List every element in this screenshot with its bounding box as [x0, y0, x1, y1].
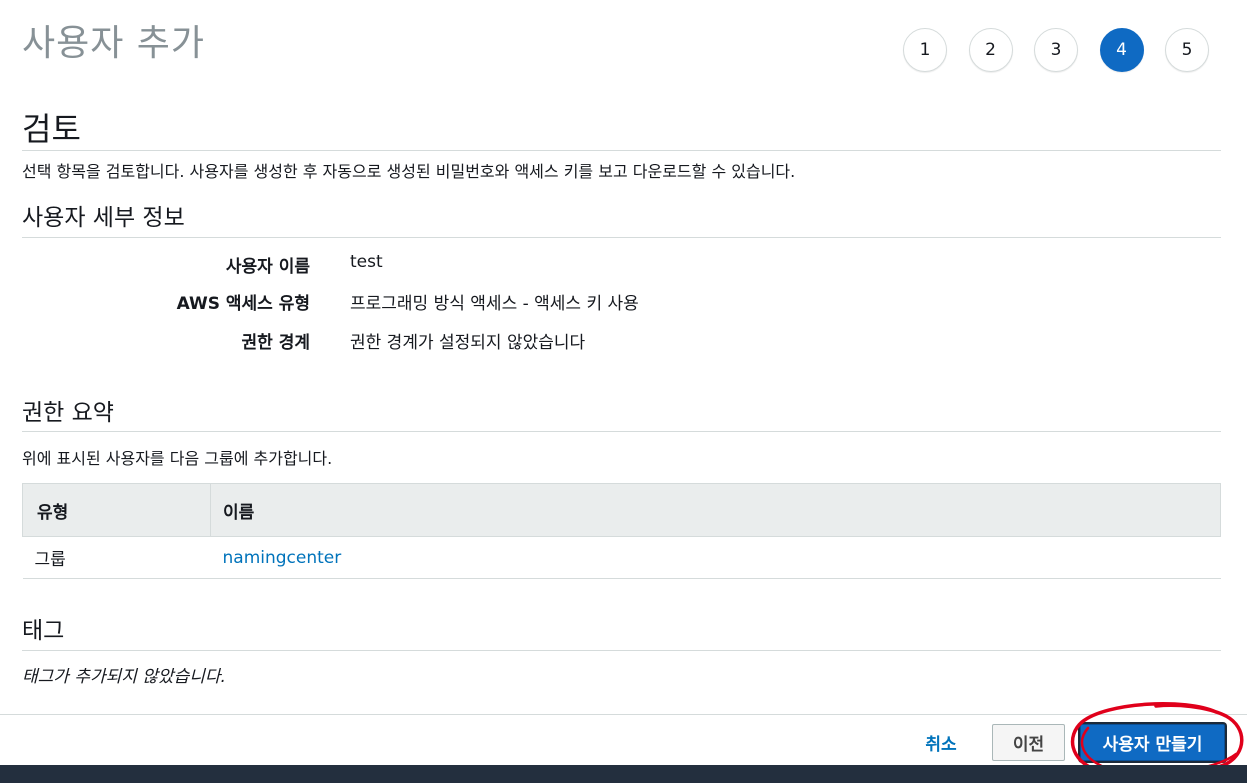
divider: [22, 150, 1221, 151]
wizard-steps: 1 2 3 4 5: [903, 28, 1231, 72]
table-row: 그룹 namingcenter: [22, 536, 1221, 579]
permissions-table: 유형 이름 그룹 namingcenter: [22, 483, 1221, 579]
column-header-type: 유형: [22, 483, 211, 537]
detail-value: 프로그래밍 방식 액세스 - 액세스 키 사용: [350, 294, 639, 314]
detail-row-permissions-boundary: 권한 경계 권한 경계가 설정되지 않았습니다: [0, 328, 900, 353]
permissions-heading: 권한 요약: [22, 400, 114, 426]
cell-type: 그룹: [22, 536, 211, 579]
step-4-current: 4: [1099, 28, 1144, 72]
detail-row-username: 사용자 이름 test: [0, 252, 900, 277]
step-3[interactable]: 3: [1034, 28, 1078, 72]
previous-button[interactable]: 이전: [992, 724, 1065, 761]
detail-label: 사용자 이름: [225, 257, 310, 277]
tags-empty-text: 태그가 추가되지 않았습니다.: [22, 667, 226, 687]
footer-divider: [0, 714, 1247, 715]
cancel-button[interactable]: 취소: [910, 727, 972, 757]
detail-label: 권한 경계: [241, 333, 310, 353]
group-link[interactable]: namingcenter: [223, 548, 342, 568]
step-2[interactable]: 2: [968, 28, 1013, 72]
bottom-bar: [0, 765, 1247, 783]
review-description: 선택 항목을 검토합니다. 사용자를 생성한 후 자동으로 생성된 비밀번호와 …: [22, 162, 796, 181]
detail-value: 권한 경계가 설정되지 않았습니다: [350, 333, 586, 353]
divider: [22, 431, 1221, 432]
user-details-heading: 사용자 세부 정보: [22, 205, 185, 231]
detail-row-access-type: AWS 액세스 유형 프로그래밍 방식 액세스 - 액세스 키 사용: [0, 289, 900, 314]
tags-heading: 태그: [22, 618, 65, 644]
review-heading: 검토: [22, 110, 81, 148]
step-5[interactable]: 5: [1165, 28, 1209, 72]
detail-value: test: [350, 252, 383, 272]
permissions-description: 위에 표시된 사용자를 다음 그룹에 추가합니다.: [22, 449, 333, 468]
divider: [22, 650, 1221, 651]
divider: [22, 237, 1221, 238]
table-header-row: 유형 이름: [22, 483, 1221, 537]
create-user-button[interactable]: 사용자 만들기: [1080, 724, 1225, 761]
page-title: 사용자 추가: [22, 23, 206, 64]
step-1[interactable]: 1: [903, 28, 947, 72]
detail-label: AWS 액세스 유형: [176, 294, 310, 314]
column-header-name: 이름: [210, 483, 1221, 537]
